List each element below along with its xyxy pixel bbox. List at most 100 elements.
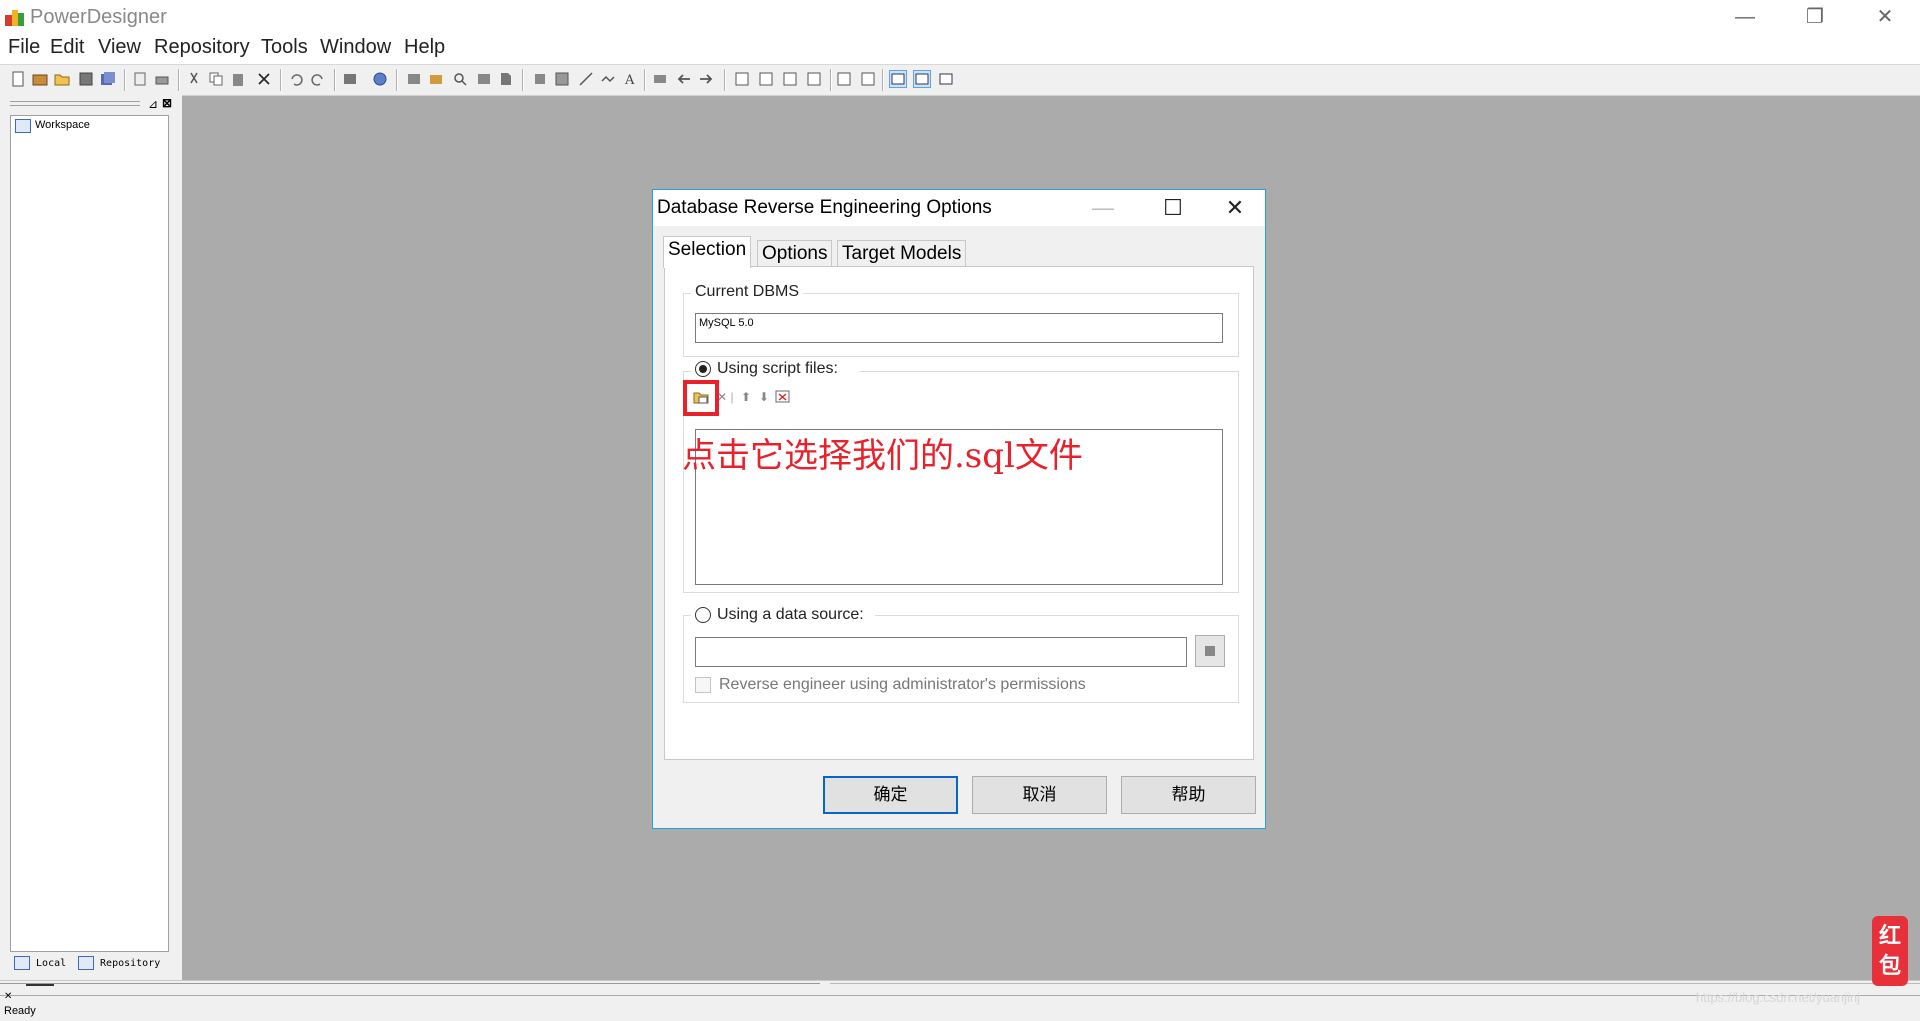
data-source-field[interactable]: [695, 637, 1187, 667]
close-button[interactable]: ✕: [1850, 0, 1920, 34]
move-up-icon[interactable]: ⬆: [739, 390, 753, 404]
window-icon[interactable]: [758, 71, 774, 87]
minimize-button[interactable]: —: [1710, 0, 1780, 34]
line-icon[interactable]: [578, 71, 594, 87]
window-icon[interactable]: [734, 71, 750, 87]
tab-local-label: Local: [36, 958, 67, 969]
menu-tools[interactable]: Tools: [261, 36, 308, 59]
toolbar-separator: [522, 69, 524, 91]
browse-data-source-button[interactable]: [1195, 635, 1225, 667]
find-icon[interactable]: [452, 71, 468, 87]
toolbar-separator: [882, 69, 884, 91]
menu-edit[interactable]: Edit: [50, 36, 84, 59]
toolbar-separator: [396, 69, 398, 91]
browser-tabs: Local Repository: [10, 953, 167, 975]
data-source-label: Using a data source:: [717, 606, 864, 623]
copy-icon[interactable]: [208, 71, 224, 87]
database-icon: [1205, 646, 1215, 656]
globe-icon[interactable]: [372, 71, 388, 87]
script-files-option[interactable]: Using script files:: [691, 359, 859, 381]
model-icon[interactable]: [406, 71, 422, 87]
paste-icon[interactable]: [230, 71, 246, 87]
script-files-radio[interactable]: [695, 361, 711, 377]
data-source-option[interactable]: Using a data source:: [691, 605, 875, 627]
pin-icon[interactable]: ⊿: [148, 97, 158, 111]
toolbar-separator: [280, 69, 282, 91]
shape-icon[interactable]: [532, 71, 548, 87]
window-icon[interactable]: [806, 71, 822, 87]
ok-button[interactable]: 确定: [823, 776, 958, 814]
menu-file[interactable]: File: [8, 36, 40, 59]
browser-panel: ⊿ ⊠ Workspace Local Repository: [0, 95, 182, 980]
repository-icon: [78, 956, 94, 970]
output-close-icon[interactable]: ✕: [4, 991, 12, 1002]
window-icon[interactable]: [782, 71, 798, 87]
toolbar-separator: [124, 69, 126, 91]
menu-window[interactable]: Window: [320, 36, 391, 59]
workspace-icon: [15, 119, 31, 133]
menu-repository[interactable]: Repository: [154, 36, 250, 59]
zoom-out-icon[interactable]: [860, 71, 876, 87]
print-icon[interactable]: [154, 71, 170, 87]
package-icon[interactable]: [428, 71, 444, 87]
dialog-close-button[interactable]: ✕: [1205, 190, 1265, 226]
admin-permissions-option[interactable]: Reverse engineer using administrator's p…: [695, 675, 1115, 697]
undo-icon[interactable]: [288, 71, 304, 87]
annotation-text: 点击它选择我们的.sql文件: [682, 436, 1083, 476]
app-title: PowerDesigner: [30, 6, 167, 28]
output-toggle-icon[interactable]: [913, 70, 931, 88]
delete-icon[interactable]: [256, 71, 272, 87]
clear-list-icon[interactable]: [775, 390, 791, 404]
admin-permissions-checkbox[interactable]: [695, 677, 711, 693]
reverse-engineering-dialog: Database Reverse Engineering Options — ☐…: [652, 189, 1266, 829]
tab-target-models[interactable]: Target Models: [837, 240, 967, 267]
tab-repository-label: Repository: [100, 958, 161, 969]
text-tool-icon[interactable]: A: [622, 71, 638, 87]
redo-icon[interactable]: [310, 71, 326, 87]
cancel-button[interactable]: 取消: [972, 776, 1107, 814]
tab-local[interactable]: Local: [14, 955, 66, 973]
data-source-radio[interactable]: [695, 607, 711, 623]
tree-item-workspace[interactable]: Workspace: [35, 119, 90, 131]
menu-help[interactable]: Help: [404, 36, 445, 59]
watermark: https://blog.csdn.net/yuanjinj: [1696, 990, 1861, 1005]
admin-permissions-label: Reverse engineer using administrator's p…: [719, 676, 1086, 693]
zoom-icon[interactable]: [836, 71, 852, 87]
print-preview-icon[interactable]: [132, 71, 148, 87]
browser-header: [10, 101, 140, 106]
arrow-left-icon[interactable]: [676, 71, 692, 87]
list-icon[interactable]: [476, 71, 492, 87]
close-panel-icon[interactable]: ⊠: [162, 96, 172, 110]
save-icon[interactable]: [78, 71, 94, 87]
link-icon[interactable]: [600, 71, 616, 87]
dialog-maximize-button[interactable]: ☐: [1143, 190, 1203, 226]
properties-icon[interactable]: [342, 71, 358, 87]
arrow-right-icon[interactable]: [698, 71, 714, 87]
result-list-icon[interactable]: [938, 71, 954, 87]
dialog-titlebar: Database Reverse Engineering Options — ☐…: [653, 190, 1265, 226]
document-icon[interactable]: [498, 71, 514, 87]
help-button[interactable]: 帮助: [1121, 776, 1256, 814]
object-tree[interactable]: Workspace: [10, 115, 169, 952]
red-packet-widget[interactable]: 红包: [1872, 916, 1908, 986]
new-project-icon[interactable]: [32, 71, 48, 87]
frame-icon[interactable]: [554, 71, 570, 87]
cut-icon[interactable]: [186, 71, 202, 87]
tab-repository[interactable]: Repository: [78, 955, 160, 973]
restore-button[interactable]: ❐: [1780, 0, 1850, 34]
merge-icon[interactable]: [652, 71, 668, 87]
svg-text:A: A: [624, 73, 635, 87]
browser-toggle-icon[interactable]: [889, 70, 907, 88]
save-all-icon[interactable]: [100, 71, 116, 87]
new-file-icon[interactable]: [10, 71, 26, 87]
tab-selection[interactable]: Selection: [663, 236, 752, 268]
menu-view[interactable]: View: [98, 36, 141, 59]
menubar: File Edit View Repository Tools Window H…: [0, 34, 1920, 64]
move-down-icon[interactable]: ⬇: [757, 390, 771, 404]
tab-options[interactable]: Options: [757, 240, 833, 267]
dialog-title: Database Reverse Engineering Options: [657, 197, 992, 218]
current-dbms-label: Current DBMS: [691, 283, 804, 301]
open-folder-icon[interactable]: [54, 71, 70, 87]
dialog-minimize-button: —: [1092, 195, 1114, 220]
app-titlebar: PowerDesigner — ❐ ✕: [0, 0, 1920, 34]
